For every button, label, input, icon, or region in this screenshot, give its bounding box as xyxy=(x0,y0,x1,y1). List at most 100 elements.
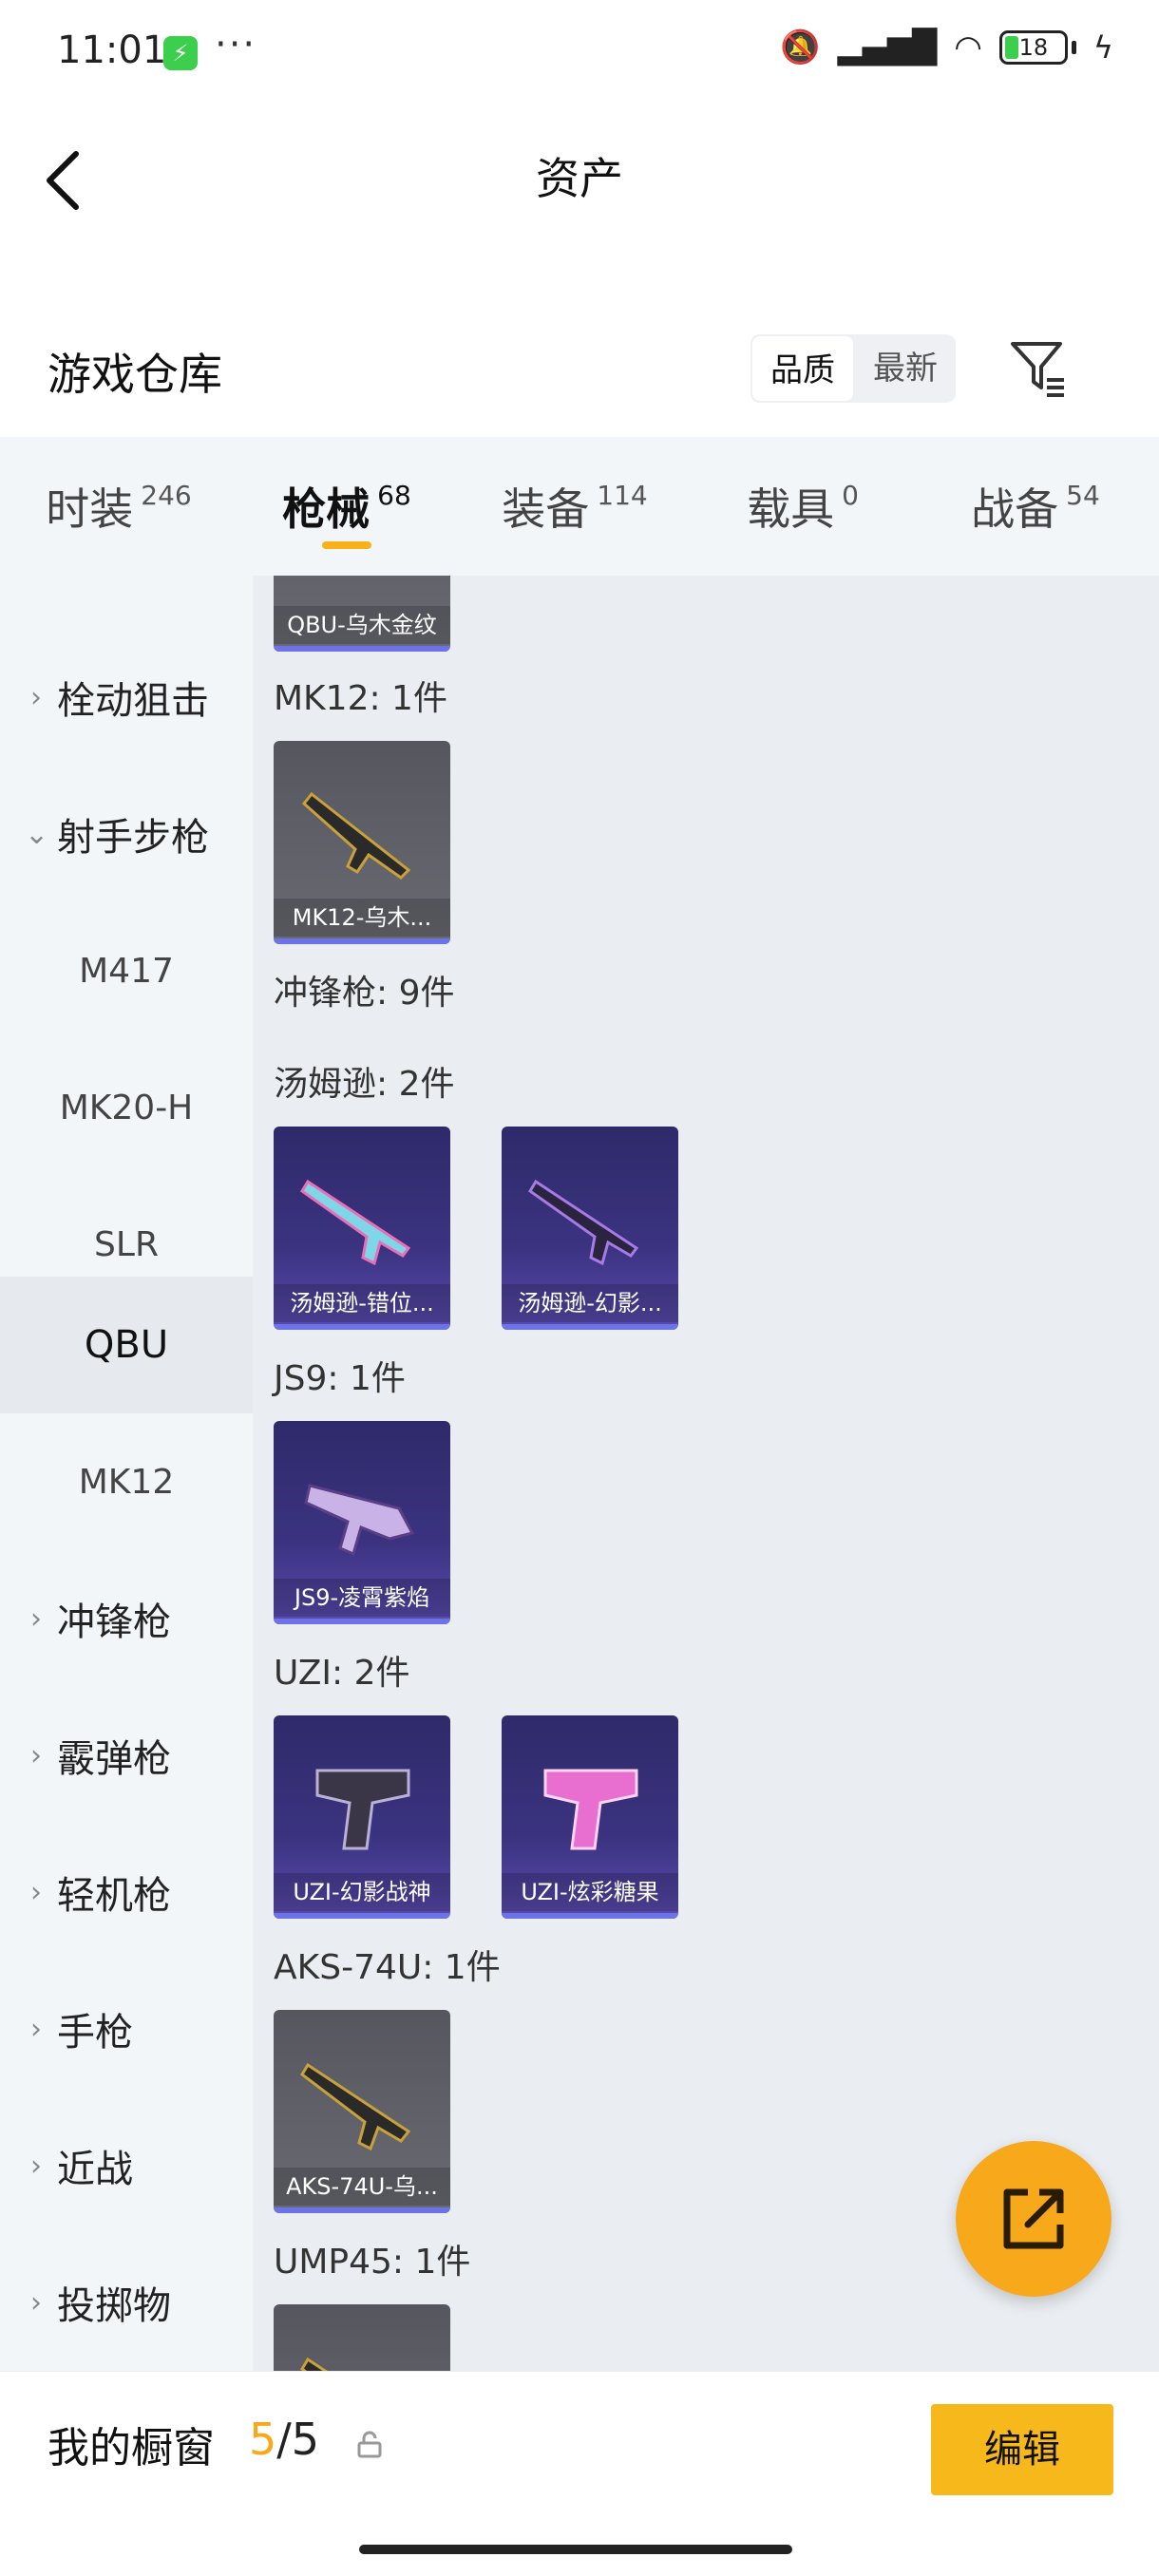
section-title: UMP45: 1件 xyxy=(274,2243,471,2282)
sidebar-item-label: 投掷物 xyxy=(57,2284,171,2328)
rarity-bar xyxy=(274,646,450,652)
item-card[interactable]: 汤姆逊-错位... xyxy=(274,1127,450,1330)
tab-supplies[interactable]: 战备 54 xyxy=(912,437,1159,576)
battery-icon: 18 xyxy=(998,30,1068,65)
item-card[interactable]: QBU-乌木金纹 xyxy=(274,576,450,652)
edit-button[interactable]: 编辑 xyxy=(931,2404,1113,2495)
chevron-right-icon: › xyxy=(30,680,42,714)
rarity-bar xyxy=(274,2207,450,2213)
status-icons: 🔕 ▂▄▆█ ◠ 18 ϟ xyxy=(780,28,1113,66)
item-name: JS9-凌霄紫焰 xyxy=(274,1579,450,1617)
sidebar-item-bolt-action-sniper[interactable]: › 栓动狙击 xyxy=(0,629,253,766)
smg-icon xyxy=(299,1179,411,1266)
rarity-bar xyxy=(502,1913,678,1919)
item-card[interactable]: 汤姆逊-幻影... xyxy=(502,1127,678,1330)
tab-count: 68 xyxy=(377,479,411,511)
warehouse-title: 游戏仓库 xyxy=(48,349,222,400)
tab-label: 载具 xyxy=(747,483,835,535)
tab-label: 时装 xyxy=(46,483,134,535)
battery-level: 18 xyxy=(1018,34,1049,61)
item-name: QBU-乌木金纹 xyxy=(274,606,450,644)
rifle-icon xyxy=(301,791,411,880)
chevron-right-icon: › xyxy=(30,1601,42,1636)
rarity-bar xyxy=(502,1324,678,1330)
sidebar-item-label: MK20-H xyxy=(59,1088,194,1127)
sidebar-item-mk20h[interactable]: MK20-H xyxy=(0,1039,253,1176)
chevron-right-icon: › xyxy=(30,2012,42,2046)
nav-bar: 资产 xyxy=(0,104,1159,247)
sort-toggle: 品质 最新 xyxy=(750,334,956,403)
sidebar-item-pistol[interactable]: › 手枪 xyxy=(0,1960,253,2097)
item-name: AKS-74U-乌... xyxy=(274,2168,450,2206)
tab-guns[interactable]: 枪械 68 xyxy=(238,437,456,576)
showcase-total: 5 xyxy=(291,2414,320,2465)
showcase-count: 5/5 xyxy=(249,2414,319,2465)
filter-button[interactable] xyxy=(1007,336,1070,399)
sidebar-item-melee[interactable]: › 近战 xyxy=(0,2097,253,2234)
share-fab-button[interactable] xyxy=(956,2141,1112,2297)
item-card[interactable] xyxy=(274,2304,450,2371)
sort-quality-button[interactable]: 品质 xyxy=(750,334,855,403)
section-title: 汤姆逊: 2件 xyxy=(274,1065,455,1104)
chevron-right-icon: › xyxy=(30,2149,42,2183)
sidebar-item-label: MK12 xyxy=(78,1462,175,1502)
item-card[interactable]: UZI-炫彩糖果 xyxy=(502,1715,678,1919)
tab-label: 战备 xyxy=(971,483,1059,535)
sidebar-item-label: 轻机枪 xyxy=(57,1874,171,1918)
status-bar: 11:01 ⚡ ··· 🔕 ▂▄▆█ ◠ 18 ϟ xyxy=(0,0,1159,104)
sidebar-item-label: SLR xyxy=(94,1224,159,1264)
item-name: UZI-幻影战神 xyxy=(274,1873,450,1911)
sidebar-item-smg[interactable]: › 冲锋枪 xyxy=(0,1550,253,1687)
item-card[interactable]: AKS-74U-乌... xyxy=(274,2010,450,2213)
smg-icon xyxy=(300,2357,328,2371)
showcase-label: 我的橱窗 xyxy=(48,2424,215,2472)
sidebar-item-label: 射手步枪 xyxy=(57,816,209,860)
status-time: 11:01 xyxy=(57,28,167,72)
tab-fashion[interactable]: 时装 246 xyxy=(0,437,238,576)
charging-icon: ϟ xyxy=(1092,29,1113,66)
sidebar-item-label: 栓动狙击 xyxy=(57,679,209,723)
smg-icon xyxy=(527,1179,639,1266)
tab-count: 0 xyxy=(842,479,859,511)
sidebar-item-qbu[interactable]: QBU xyxy=(0,1277,253,1413)
item-name: 汤姆逊-幻影... xyxy=(502,1284,678,1322)
section-title: 冲锋枪: 9件 xyxy=(274,974,455,1013)
home-indicator[interactable] xyxy=(359,2545,792,2554)
section-title: JS9: 1件 xyxy=(274,1359,406,1398)
section-title: MK12: 1件 xyxy=(274,679,447,718)
tab-count: 246 xyxy=(141,479,192,511)
sidebar-item-label: M417 xyxy=(79,951,174,991)
section-title: UZI: 2件 xyxy=(274,1654,410,1693)
tab-vehicles[interactable]: 载具 0 xyxy=(694,437,912,576)
share-external-icon xyxy=(1003,2188,1064,2249)
sidebar-item-throwable[interactable]: › 投掷物 xyxy=(0,2234,253,2371)
rarity-bar xyxy=(274,1324,450,1330)
item-card[interactable]: UZI-幻影战神 xyxy=(274,1715,450,1919)
hd-signal-icon: ▂▄▆█ xyxy=(837,28,938,66)
showcase-bar: 我的橱窗 5/5 编辑 xyxy=(0,2371,1159,2576)
tab-count: 54 xyxy=(1066,479,1100,511)
showcase-current: 5 xyxy=(249,2414,277,2465)
sidebar-item-marksman-rifle[interactable]: ⌄ 射手步枪 xyxy=(0,766,253,902)
sidebar-item-shotgun[interactable]: › 霰弹枪 xyxy=(0,1687,253,1824)
sidebar-item-label: 手枪 xyxy=(57,2011,133,2055)
sort-newest-button[interactable]: 最新 xyxy=(855,334,956,403)
chevron-down-icon: ⌄ xyxy=(25,817,49,851)
item-card[interactable]: JS9-凌霄紫焰 xyxy=(274,1421,450,1624)
sidebar-item-mk12[interactable]: MK12 xyxy=(0,1413,253,1550)
tab-equipment[interactable]: 装备 114 xyxy=(456,437,694,576)
pistol-icon xyxy=(543,1769,638,1850)
item-card[interactable]: MK12-乌木... xyxy=(274,741,450,944)
section-title: AKS-74U: 1件 xyxy=(274,1948,501,1987)
sidebar-item-lmg[interactable]: › 轻机枪 xyxy=(0,1824,253,1960)
chevron-right-icon: › xyxy=(30,1738,42,1772)
tab-label: 枪械 xyxy=(282,483,370,535)
rarity-bar xyxy=(274,938,450,944)
chevron-right-icon: › xyxy=(30,2285,42,2320)
page-title: 资产 xyxy=(536,153,623,204)
item-grid: QBU-乌木金纹 MK12: 1件 MK12-乌木... 冲锋枪: 9件 汤姆逊… xyxy=(253,576,1159,2371)
unlock-icon xyxy=(357,2431,382,2458)
sidebar-item-m417[interactable]: M417 xyxy=(0,902,253,1039)
pistol-icon xyxy=(315,1769,410,1850)
tab-count: 114 xyxy=(597,479,648,511)
